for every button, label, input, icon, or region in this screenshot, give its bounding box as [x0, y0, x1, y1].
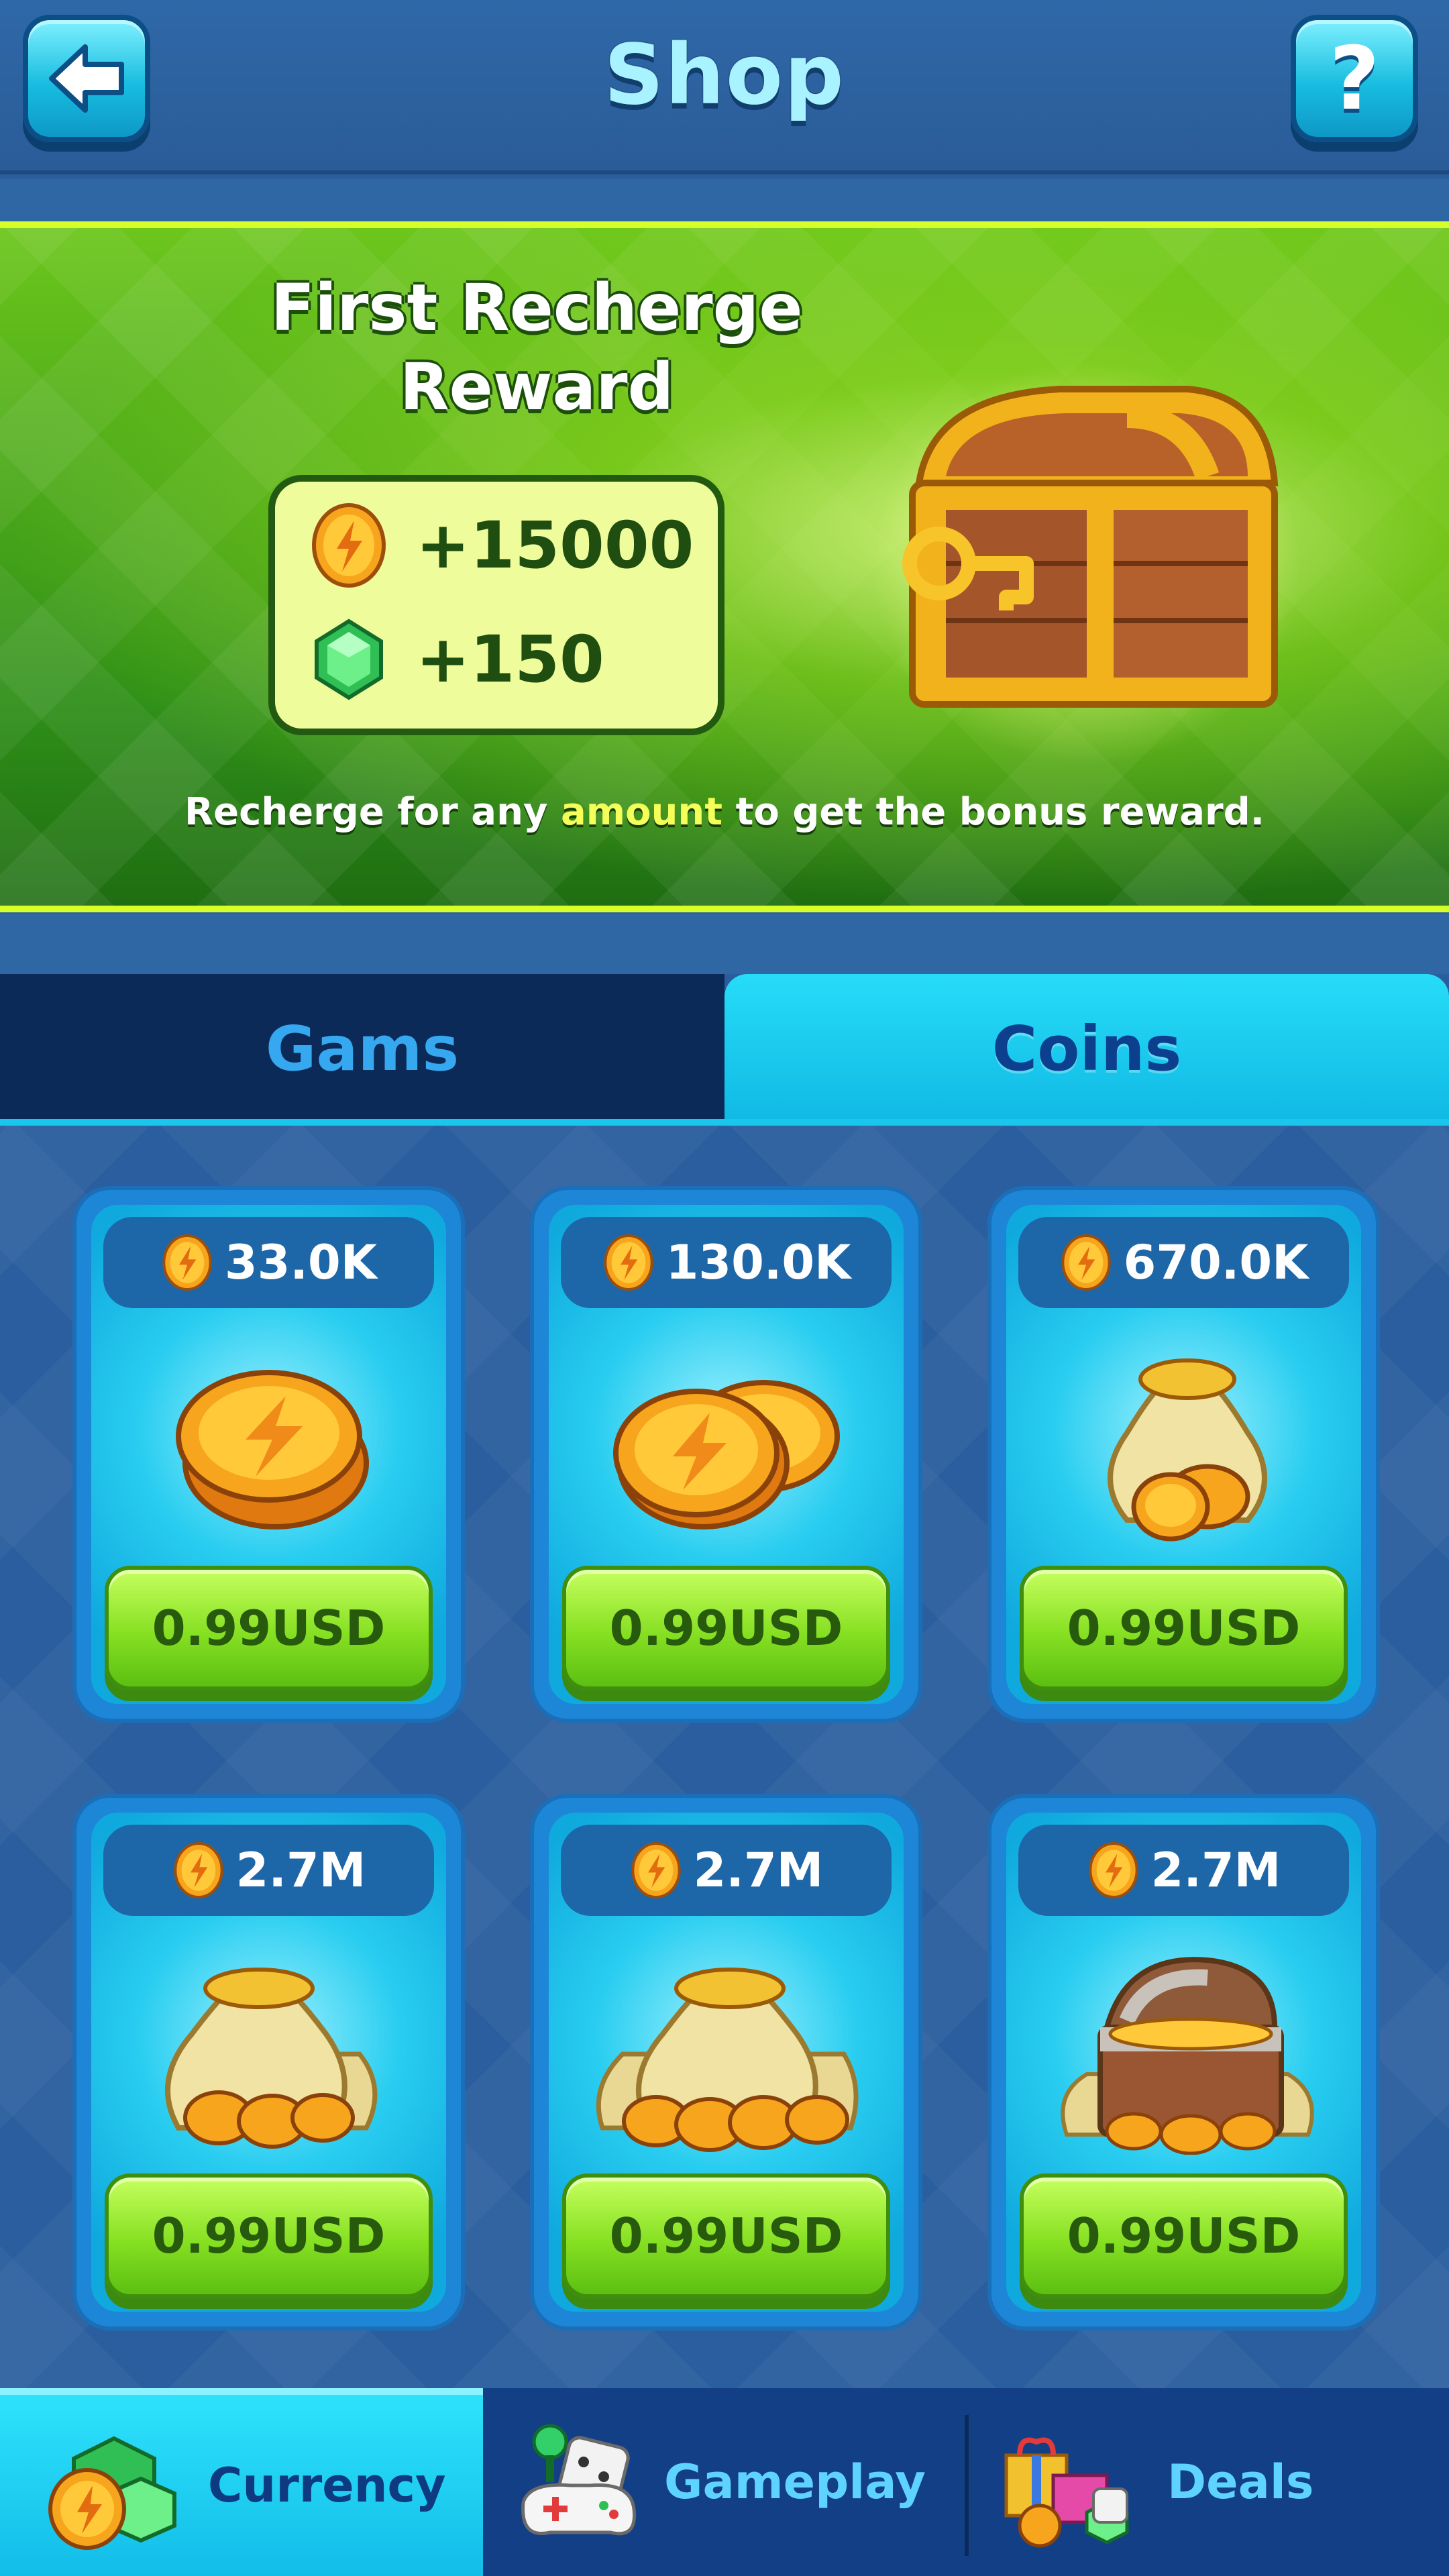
tab-coins[interactable]: Coins — [724, 974, 1449, 1123]
pack-amount-text: 670.0K — [1123, 1235, 1309, 1290]
nav-gameplay-label: Gameplay — [664, 2455, 926, 2510]
coin-pack-card[interactable]: 2.7M 0.99USD — [72, 1794, 465, 2330]
reward-bubble: +15000 +150 — [268, 475, 724, 735]
tabs-spacer — [0, 914, 1449, 974]
buy-button[interactable]: 0.99USD — [562, 2174, 890, 2298]
coin-icon — [603, 1234, 653, 1291]
coin-icon — [631, 1842, 681, 1898]
pack-amount-text: 2.7M — [1150, 1843, 1281, 1898]
buy-button[interactable]: 0.99USD — [105, 1566, 433, 1690]
coin-pack-card-inner: 2.7M 0.99USD — [1006, 1813, 1361, 2312]
tab-underline — [0, 1119, 1449, 1126]
coin-icon — [1088, 1842, 1138, 1898]
coin-pile-icon — [613, 1380, 840, 1529]
banner-title-line2: Reward — [399, 350, 674, 425]
banner-title: First Recherge Reward — [174, 268, 899, 427]
coin-icon — [162, 1234, 212, 1291]
help-button[interactable]: ? — [1291, 15, 1418, 142]
coin-pack-card[interactable]: 33.0K 0.99USD — [72, 1186, 465, 1723]
pack-amount-text: 2.7M — [235, 1843, 366, 1898]
reward-coins-amount: +15000 — [416, 508, 694, 583]
banner-note-before: Recherge for any — [184, 790, 561, 834]
pack-amount: 670.0K — [1018, 1217, 1349, 1308]
pack-amount: 2.7M — [103, 1825, 434, 1916]
coin-icon — [173, 1842, 223, 1898]
coin-bags-large-icon — [596, 1968, 859, 2152]
nav-currency[interactable]: Currency — [0, 2388, 483, 2576]
coin-pack-card-inner: 130.0K 0.99USD — [549, 1205, 904, 1704]
coin-pack-card[interactable]: 2.7M 0.99USD — [987, 1794, 1380, 2330]
coin-pack-card[interactable]: 670.0K 0.99USD — [987, 1186, 1380, 1723]
pack-amount: 2.7M — [1018, 1825, 1349, 1916]
coin-bag-icon — [1108, 1358, 1267, 1542]
coin-pack-card-inner: 2.7M 0.99USD — [549, 1813, 904, 2312]
header-divider — [0, 178, 1449, 221]
deals-icon — [1004, 2437, 1129, 2548]
nav-gameplay[interactable]: Gameplay — [510, 2388, 953, 2576]
coin-icon — [312, 503, 386, 588]
nav-currency-label: Currency — [208, 2458, 446, 2513]
pack-amount: 2.7M — [561, 1825, 892, 1916]
banner-title-line1: First Recherge — [270, 270, 803, 345]
nav-divider — [965, 2415, 969, 2556]
reward-gems-amount: +150 — [416, 622, 604, 697]
gem-icon — [315, 619, 383, 700]
coin-icon — [1061, 1234, 1111, 1291]
reward-row-coins: +15000 — [309, 495, 694, 596]
coin-pack-card-inner: 33.0K 0.99USD — [91, 1205, 446, 1704]
reward-row-gems: +150 — [309, 609, 604, 710]
buy-button[interactable]: 0.99USD — [105, 2174, 433, 2298]
coin-pack-card-inner: 2.7M 0.99USD — [91, 1813, 446, 2312]
pack-amount: 130.0K — [561, 1217, 892, 1308]
coin-pack-card[interactable]: 2.7M 0.99USD — [530, 1794, 922, 2330]
page-title: Shop — [604, 27, 845, 123]
coin-pack-card[interactable]: 130.0K 0.99USD — [530, 1186, 922, 1723]
coin-pack-card-inner: 670.0K 0.99USD — [1006, 1205, 1361, 1704]
first-recharge-banner[interactable]: First Recherge Reward +15000 +150 Recher… — [0, 221, 1449, 912]
buy-button[interactable]: 0.99USD — [1020, 2174, 1348, 2298]
pack-amount-text: 33.0K — [225, 1235, 377, 1290]
tab-gams[interactable]: Gams — [0, 974, 724, 1123]
pack-amount: 33.0K — [103, 1217, 434, 1308]
question-mark-icon: ? — [1329, 28, 1380, 129]
banner-note: Recherge for any amount to get the bonus… — [0, 790, 1449, 834]
nav-deals-label: Deals — [1167, 2455, 1314, 2510]
buy-button[interactable]: 0.99USD — [1020, 1566, 1348, 1690]
pack-amount-text: 130.0K — [665, 1235, 851, 1290]
gameplay-icon — [521, 2424, 637, 2536]
pack-amount-text: 2.7M — [693, 1843, 824, 1898]
top-bar: Shop ? — [0, 0, 1449, 174]
coin-stack-small-icon — [176, 1370, 369, 1529]
coin-bags-icon — [165, 1968, 378, 2149]
treasure-chest-icon — [872, 362, 1301, 765]
currency-icon — [48, 2436, 176, 2550]
nav-deals[interactable]: Deals — [993, 2388, 1449, 2576]
banner-note-highlight: amount — [560, 790, 723, 834]
buy-button[interactable]: 0.99USD — [562, 1566, 890, 1690]
treasure-chest-coins-icon — [1061, 1957, 1314, 2155]
banner-note-after: to get the bonus reward. — [722, 790, 1265, 834]
